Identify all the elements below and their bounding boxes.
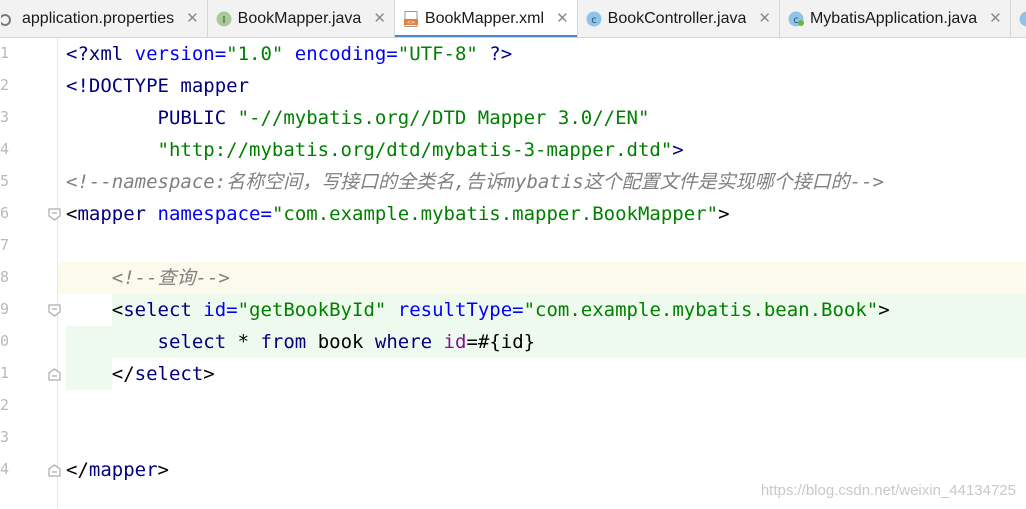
line-number: 2 xyxy=(0,396,10,414)
tab-application-properties[interactable]: application.properties ✕ xyxy=(0,0,208,37)
line-number: 5 xyxy=(0,172,10,190)
line-number: 4 xyxy=(0,140,10,158)
close-icon[interactable]: ✕ xyxy=(186,11,199,26)
line-number: 9 xyxy=(0,300,10,318)
close-icon[interactable]: ✕ xyxy=(556,11,569,26)
line-number: 0 xyxy=(0,332,10,350)
watermark: https://blog.csdn.net/weixin_44134725 xyxy=(760,482,1016,499)
fold-end-icon[interactable] xyxy=(48,368,61,381)
close-icon[interactable]: ✕ xyxy=(758,11,771,26)
tab-bookmapper-xml[interactable]: <> BookMapper.xml ✕ xyxy=(394,0,578,37)
code-line[interactable]: <!--查询--> xyxy=(66,262,230,294)
line-number: 8 xyxy=(0,268,10,286)
tab-mybatisapplication-java[interactable]: c MybatisApplication.java ✕ xyxy=(780,0,1011,37)
tab-label: MybatisApplication.java xyxy=(809,9,978,27)
code-line[interactable]: "http://mybatis.org/dtd/mybatis-3-mapper… xyxy=(66,134,684,166)
svg-text:I: I xyxy=(222,15,225,26)
code-line[interactable]: <!--namespace:名称空间，写接口的全类名,告诉mybatis这个配置… xyxy=(66,166,884,198)
line-number-gutter[interactable]: 1 2 3 4 5 6 7 8 9 0 1 2 3 4 xyxy=(0,38,61,509)
line-number: 1 xyxy=(0,44,10,62)
line-number: 3 xyxy=(0,428,10,446)
tab-label: application.properties xyxy=(22,9,175,27)
code-editor[interactable]: 1 2 3 4 5 6 7 8 9 0 1 2 3 4 <?xml versio… xyxy=(0,38,1026,509)
code-line[interactable]: <mapper namespace="com.example.mybatis.m… xyxy=(66,198,730,230)
interface-icon: I xyxy=(216,11,232,27)
fold-expanded-icon[interactable] xyxy=(48,208,61,221)
class-icon: c xyxy=(586,11,602,27)
svg-text:<>: <> xyxy=(407,20,415,26)
tab-label: BookMapper.xml xyxy=(424,9,545,27)
xml-file-icon: <> xyxy=(403,10,419,27)
code-line[interactable]: <select id="getBookById" resultType="com… xyxy=(66,294,890,326)
code-line[interactable]: </mapper> xyxy=(66,454,169,486)
tab-bookmapper-java[interactable]: I BookMapper.java ✕ xyxy=(208,0,395,37)
svg-text:c: c xyxy=(793,15,799,26)
tab-overflow[interactable] xyxy=(1011,0,1026,37)
code-line[interactable]: <?xml version="1.0" encoding="UTF-8" ?> xyxy=(66,38,512,70)
fold-expanded-icon[interactable] xyxy=(48,304,61,317)
spring-class-icon: c xyxy=(788,11,804,27)
code-line[interactable]: <!DOCTYPE mapper xyxy=(66,70,249,102)
tab-label: BookMapper.java xyxy=(237,9,362,27)
class-icon xyxy=(1019,11,1026,27)
line-number: 6 xyxy=(0,204,10,222)
editor-tab-bar: application.properties ✕ I BookMapper.ja… xyxy=(0,0,1026,38)
fold-end-icon[interactable] xyxy=(48,464,61,477)
close-icon[interactable]: ✕ xyxy=(373,11,386,26)
svg-text:c: c xyxy=(591,15,597,26)
code-line[interactable]: PUBLIC "-//mybatis.org//DTD Mapper 3.0//… xyxy=(66,102,650,134)
line-number: 1 xyxy=(0,364,10,382)
tab-label: BookController.java xyxy=(607,9,747,27)
line-number: 3 xyxy=(0,108,10,126)
line-number: 7 xyxy=(0,236,10,254)
line-number: 2 xyxy=(0,76,10,94)
tab-bookcontroller-java[interactable]: c BookController.java ✕ xyxy=(578,0,780,37)
properties-file-icon xyxy=(0,11,16,27)
code-line[interactable]: select * from book where id=#{id} xyxy=(66,326,536,358)
line-number: 4 xyxy=(0,460,10,478)
close-icon[interactable]: ✕ xyxy=(989,11,1002,26)
code-line[interactable]: </select> xyxy=(66,358,215,390)
